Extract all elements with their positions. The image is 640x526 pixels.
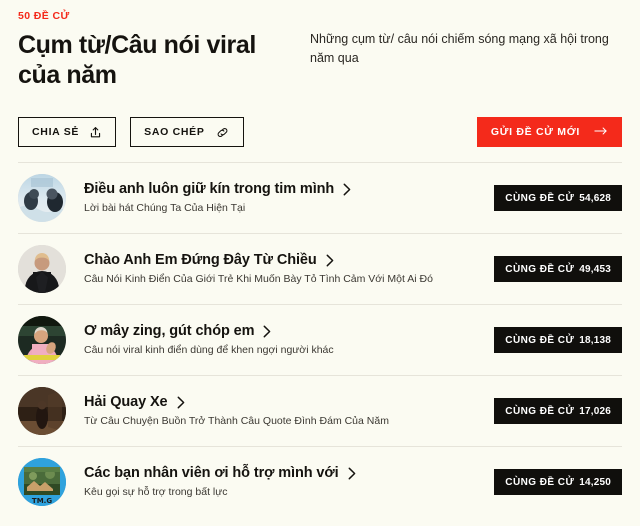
submit-nomination-label: GỬI ĐỀ CỬ MỚI <box>490 126 580 138</box>
list-item[interactable]: Điều anh luôn giữ kín trong tim mình Lời… <box>18 162 622 233</box>
list-item-subtitle: Lời bài hát Chúng Ta Của Hiện Tại <box>84 202 246 214</box>
page-title: Cụm từ/Câu nói viral của năm <box>18 31 256 89</box>
vote-badge-label: CÙNG ĐỀ CỬ <box>505 263 575 275</box>
page-subtitle: Những cụm từ/ câu nói chiếm sóng mạng xã… <box>310 32 609 65</box>
avatar: TM.G <box>18 458 66 506</box>
share-button[interactable]: CHIA SẺ <box>18 117 117 147</box>
vote-badge[interactable]: CÙNG ĐỀ CỬ 17,026 <box>494 398 622 424</box>
list-item-title-line: Các bạn nhân viên ơi hỗ trợ mình với <box>84 464 482 482</box>
list-item-content: Chào Anh Em Đứng Đây Từ Chiều Câu Nói Ki… <box>84 251 494 287</box>
arrow-right-icon <box>594 126 608 139</box>
avatar <box>18 316 66 364</box>
list-item-title-line: Hải Quay Xe <box>84 393 482 411</box>
vote-count: 18,138 <box>579 334 611 346</box>
list-item-content: Ơ mây zing, gút chóp em Câu nói viral ki… <box>84 322 494 358</box>
chevron-right-icon[interactable] <box>343 183 351 196</box>
list-item-subtitle: Từ Câu Chuyện Buồn Trở Thành Câu Quote Đ… <box>84 415 389 427</box>
copy-button[interactable]: SAO CHÉP <box>130 117 244 147</box>
vote-count: 14,250 <box>579 476 611 488</box>
vote-count: 54,628 <box>579 192 611 204</box>
vote-badge[interactable]: CÙNG ĐỀ CỬ 14,250 <box>494 469 622 495</box>
vote-count: 17,026 <box>579 405 611 417</box>
list-item[interactable]: Chào Anh Em Đứng Đây Từ Chiều Câu Nói Ki… <box>18 233 622 304</box>
list-item-title: Điều anh luôn giữ kín trong tim mình <box>84 181 335 197</box>
list-item-content: Hải Quay Xe Từ Câu Chuyện Buồn Trở Thành… <box>84 393 494 429</box>
vote-badge-label: CÙNG ĐỀ CỬ <box>505 334 575 346</box>
chevron-right-icon[interactable] <box>263 325 271 338</box>
list-item-title-line: Chào Anh Em Đứng Đây Từ Chiều <box>84 251 482 269</box>
page-header: 50 ĐỀ CỬ Cụm từ/Câu nói viral của năm Nh… <box>0 0 640 90</box>
header-left: 50 ĐỀ CỬ Cụm từ/Câu nói viral của năm <box>18 9 286 90</box>
list-item-subtitle: Câu nói viral kinh điển dùng để khen ngợ… <box>84 344 334 356</box>
list-item[interactable]: Ơ mây zing, gút chóp em Câu nói viral ki… <box>18 304 622 375</box>
list-item-title: Các bạn nhân viên ơi hỗ trợ mình với <box>84 465 339 481</box>
vote-badge[interactable]: CÙNG ĐỀ CỬ 49,453 <box>494 256 622 282</box>
share-button-label: CHIA SẺ <box>32 126 80 138</box>
list-item-content: Điều anh luôn giữ kín trong tim mình Lời… <box>84 180 494 216</box>
header-right: Những cụm từ/ câu nói chiếm sóng mạng xã… <box>286 9 622 68</box>
avatar <box>18 387 66 435</box>
nomination-list: Điều anh luôn giữ kín trong tim mình Lời… <box>0 162 640 517</box>
nomination-count-eyebrow: 50 ĐỀ CỬ <box>18 10 70 22</box>
action-bar: CHIA SẺ SAO CHÉP GỬI ĐỀ CỬ MỚI <box>0 116 640 148</box>
list-item-title-line: Điều anh luôn giữ kín trong tim mình <box>84 180 482 198</box>
list-item-title: Chào Anh Em Đứng Đây Từ Chiều <box>84 252 317 268</box>
avatar <box>18 174 66 222</box>
vote-count: 49,453 <box>579 263 611 275</box>
chevron-right-icon[interactable] <box>326 254 334 267</box>
share-upload-icon <box>89 126 102 139</box>
vote-badge[interactable]: CÙNG ĐỀ CỬ 54,628 <box>494 185 622 211</box>
vote-badge-label: CÙNG ĐỀ CỬ <box>505 476 575 488</box>
list-item-title: Ơ mây zing, gút chóp em <box>84 323 255 339</box>
list-item-subtitle: Câu Nói Kinh Điển Của Giới Trẻ Khi Muốn … <box>84 273 433 285</box>
nomination-page: 50 ĐỀ CỬ Cụm từ/Câu nói viral của năm Nh… <box>0 0 640 526</box>
svg-text:TM.G: TM.G <box>32 497 52 505</box>
vote-badge[interactable]: CÙNG ĐỀ CỬ 18,138 <box>494 327 622 353</box>
list-item[interactable]: TM.G Các bạn nhân viên ơi hỗ trợ mình vớ… <box>18 446 622 517</box>
list-item-title-line: Ơ mây zing, gút chóp em <box>84 322 482 340</box>
chevron-right-icon[interactable] <box>348 467 356 480</box>
list-item-title: Hải Quay Xe <box>84 394 168 410</box>
list-item[interactable]: Hải Quay Xe Từ Câu Chuyện Buồn Trở Thành… <box>18 375 622 446</box>
link-icon <box>215 125 230 140</box>
chevron-right-icon[interactable] <box>177 396 185 409</box>
list-item-subtitle: Kêu gọi sự hỗ trợ trong bất lực <box>84 486 228 498</box>
submit-nomination-button[interactable]: GỬI ĐỀ CỬ MỚI <box>476 117 622 147</box>
copy-button-label: SAO CHÉP <box>144 126 205 138</box>
avatar <box>18 245 66 293</box>
vote-badge-label: CÙNG ĐỀ CỬ <box>505 192 575 204</box>
list-item-content: Các bạn nhân viên ơi hỗ trợ mình với Kêu… <box>84 464 494 500</box>
vote-badge-label: CÙNG ĐỀ CỬ <box>505 405 575 417</box>
